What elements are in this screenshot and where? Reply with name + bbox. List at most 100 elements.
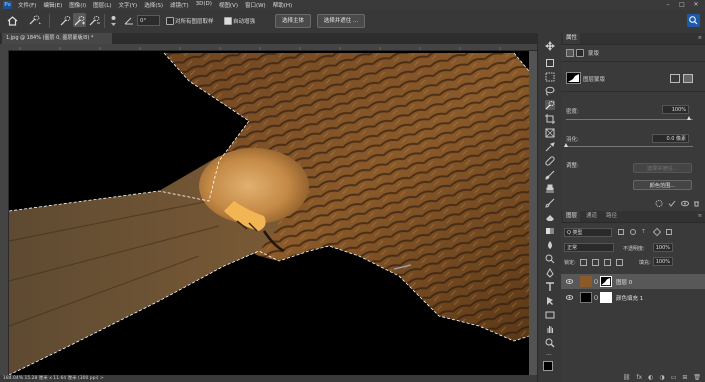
rectangle-tool[interactable] <box>545 310 555 320</box>
clone-stamp-tool[interactable] <box>545 184 555 194</box>
fill-input[interactable]: 100% <box>653 257 673 266</box>
healing-brush-tool[interactable] <box>545 156 555 166</box>
layers-menu-icon[interactable]: ≡ <box>698 213 702 219</box>
subtract-from-selection-icon[interactable] <box>89 15 100 26</box>
filter-smart-object-icon[interactable] <box>666 229 672 235</box>
layer-mask-thumbnail-small[interactable] <box>600 276 612 287</box>
link-icon[interactable]: ⛓ <box>623 374 631 382</box>
brush-size-icon[interactable] <box>109 15 118 27</box>
quick-selection-tool[interactable] <box>545 100 555 110</box>
adjustment-icon[interactable]: ◑ <box>659 374 664 382</box>
crop-tool[interactable] <box>545 114 555 124</box>
hand-tool[interactable] <box>545 324 555 334</box>
blur-tool[interactable] <box>545 240 555 250</box>
density-slider-knob[interactable] <box>687 116 691 120</box>
eyedropper-tool[interactable] <box>545 142 555 152</box>
eye-icon[interactable] <box>566 294 573 301</box>
vector-mask-icon[interactable] <box>576 49 584 57</box>
chain-link-icon[interactable] <box>594 295 598 300</box>
minimize-button[interactable]: – <box>661 0 675 10</box>
tab-channels[interactable]: 通道 <box>583 211 600 222</box>
eye-icon[interactable] <box>566 278 573 285</box>
add-to-selection-icon[interactable] <box>74 15 85 26</box>
lock-transparent-icon[interactable] <box>580 259 587 266</box>
history-brush-tool[interactable] <box>545 198 555 208</box>
menu-type[interactable]: 文字(Y) <box>119 1 138 9</box>
menu-select[interactable]: 选择(S) <box>144 1 163 9</box>
lock-position-icon[interactable] <box>604 259 611 266</box>
panel-menu-icon[interactable]: ≡ <box>698 35 702 41</box>
blend-mode-select[interactable]: 正常 <box>564 243 614 252</box>
color-range-button[interactable]: 颜色范围... <box>633 180 692 190</box>
path-selection-tool[interactable] <box>545 296 555 306</box>
maximize-button[interactable]: □ <box>675 0 689 10</box>
menu-help[interactable]: 帮助(H) <box>273 1 292 9</box>
home-icon[interactable] <box>7 16 18 26</box>
delete-mask-icon[interactable] <box>693 200 700 207</box>
artboard-tool[interactable] <box>545 58 555 68</box>
quick-selection-tool-preset-icon[interactable] <box>28 15 42 26</box>
menu-file[interactable]: 文件(F) <box>18 1 36 9</box>
frame-tool[interactable] <box>545 128 555 138</box>
filter-adjustment-icon[interactable] <box>630 229 636 235</box>
density-input[interactable]: 100% <box>662 105 689 114</box>
pixel-mask-icon[interactable] <box>566 49 574 57</box>
chain-link-icon[interactable] <box>594 279 598 284</box>
layer-row-layer0[interactable]: 图层 0 <box>561 274 705 289</box>
tab-paths[interactable]: 路径 <box>603 211 620 222</box>
select-pixels-icon[interactable] <box>670 74 680 83</box>
gradient-tool[interactable] <box>545 226 555 236</box>
mask-icon[interactable]: ◐ <box>648 374 653 382</box>
color-fill-mask-thumbnail[interactable] <box>600 292 612 303</box>
filter-pixel-icon[interactable] <box>618 229 624 235</box>
move-tool[interactable] <box>545 41 555 51</box>
density-slider[interactable] <box>566 119 693 120</box>
vector-mask-add-icon[interactable] <box>683 74 693 83</box>
tab-properties[interactable]: 属性 <box>563 33 581 44</box>
filter-shape-icon[interactable] <box>652 227 662 237</box>
angle-input[interactable]: 0° <box>137 15 160 26</box>
lock-all-icon[interactable] <box>616 259 623 266</box>
new-selection-icon[interactable] <box>60 15 71 26</box>
type-tool[interactable] <box>545 282 555 292</box>
more-tools-icon[interactable]: ··· <box>546 352 552 359</box>
filter-type-icon[interactable]: T <box>642 229 648 235</box>
close-button[interactable]: ✕ <box>689 0 703 10</box>
tab-layers[interactable]: 图层 <box>563 211 581 222</box>
pen-tool[interactable] <box>545 268 555 278</box>
opacity-input[interactable]: 100% <box>653 243 673 252</box>
new-layer-icon[interactable]: ⊞ <box>682 374 687 382</box>
zoom-tool[interactable] <box>545 338 555 348</box>
feather-slider-knob[interactable] <box>564 143 568 147</box>
dodge-tool[interactable] <box>545 254 555 264</box>
menu-layer[interactable]: 图层(L) <box>93 1 111 9</box>
fx-icon[interactable]: fx <box>637 374 643 382</box>
toggle-mask-icon[interactable] <box>681 200 689 207</box>
document-tab[interactable]: 1.jpg @ 184% (图层 0, 图层蒙版/8) * <box>2 33 112 44</box>
menu-filter[interactable]: 滤镜(T) <box>170 1 189 9</box>
lasso-tool[interactable] <box>545 86 555 96</box>
auto-enhance-checkbox[interactable] <box>224 17 232 25</box>
sample-all-layers-checkbox[interactable] <box>166 17 174 25</box>
load-selection-icon[interactable] <box>655 200 663 207</box>
menu-edit[interactable]: 编辑(E) <box>43 1 62 9</box>
document-canvas[interactable] <box>9 51 529 375</box>
select-subject-button[interactable]: 选择主体 <box>275 14 311 28</box>
select-and-mask-button[interactable]: 选择并遮住 ... <box>317 14 365 28</box>
menu-view[interactable]: 视图(V) <box>219 1 238 9</box>
marquee-tool[interactable] <box>545 72 555 82</box>
layer-filter-kind-select[interactable]: Q 类型 <box>564 228 612 237</box>
eraser-tool[interactable] <box>545 212 555 222</box>
feather-slider[interactable] <box>566 146 693 147</box>
select-and-mask-panel-button[interactable]: 选择并遮住... <box>633 163 692 173</box>
search-icon[interactable] <box>687 14 700 27</box>
brush-tool[interactable] <box>545 170 555 180</box>
feather-input[interactable]: 0.0 像素 <box>652 134 689 143</box>
apply-mask-icon[interactable] <box>668 200 676 207</box>
lock-image-icon[interactable] <box>592 259 599 266</box>
trash-icon[interactable]: 🗑 <box>693 374 701 382</box>
foreground-color-swatch[interactable] <box>543 361 553 371</box>
menu-window[interactable]: 窗口(W) <box>245 1 266 9</box>
menu-3d[interactable]: 3D(D) <box>196 1 212 9</box>
layer-row-color-fill[interactable]: 颜色填充 1 <box>561 290 705 305</box>
